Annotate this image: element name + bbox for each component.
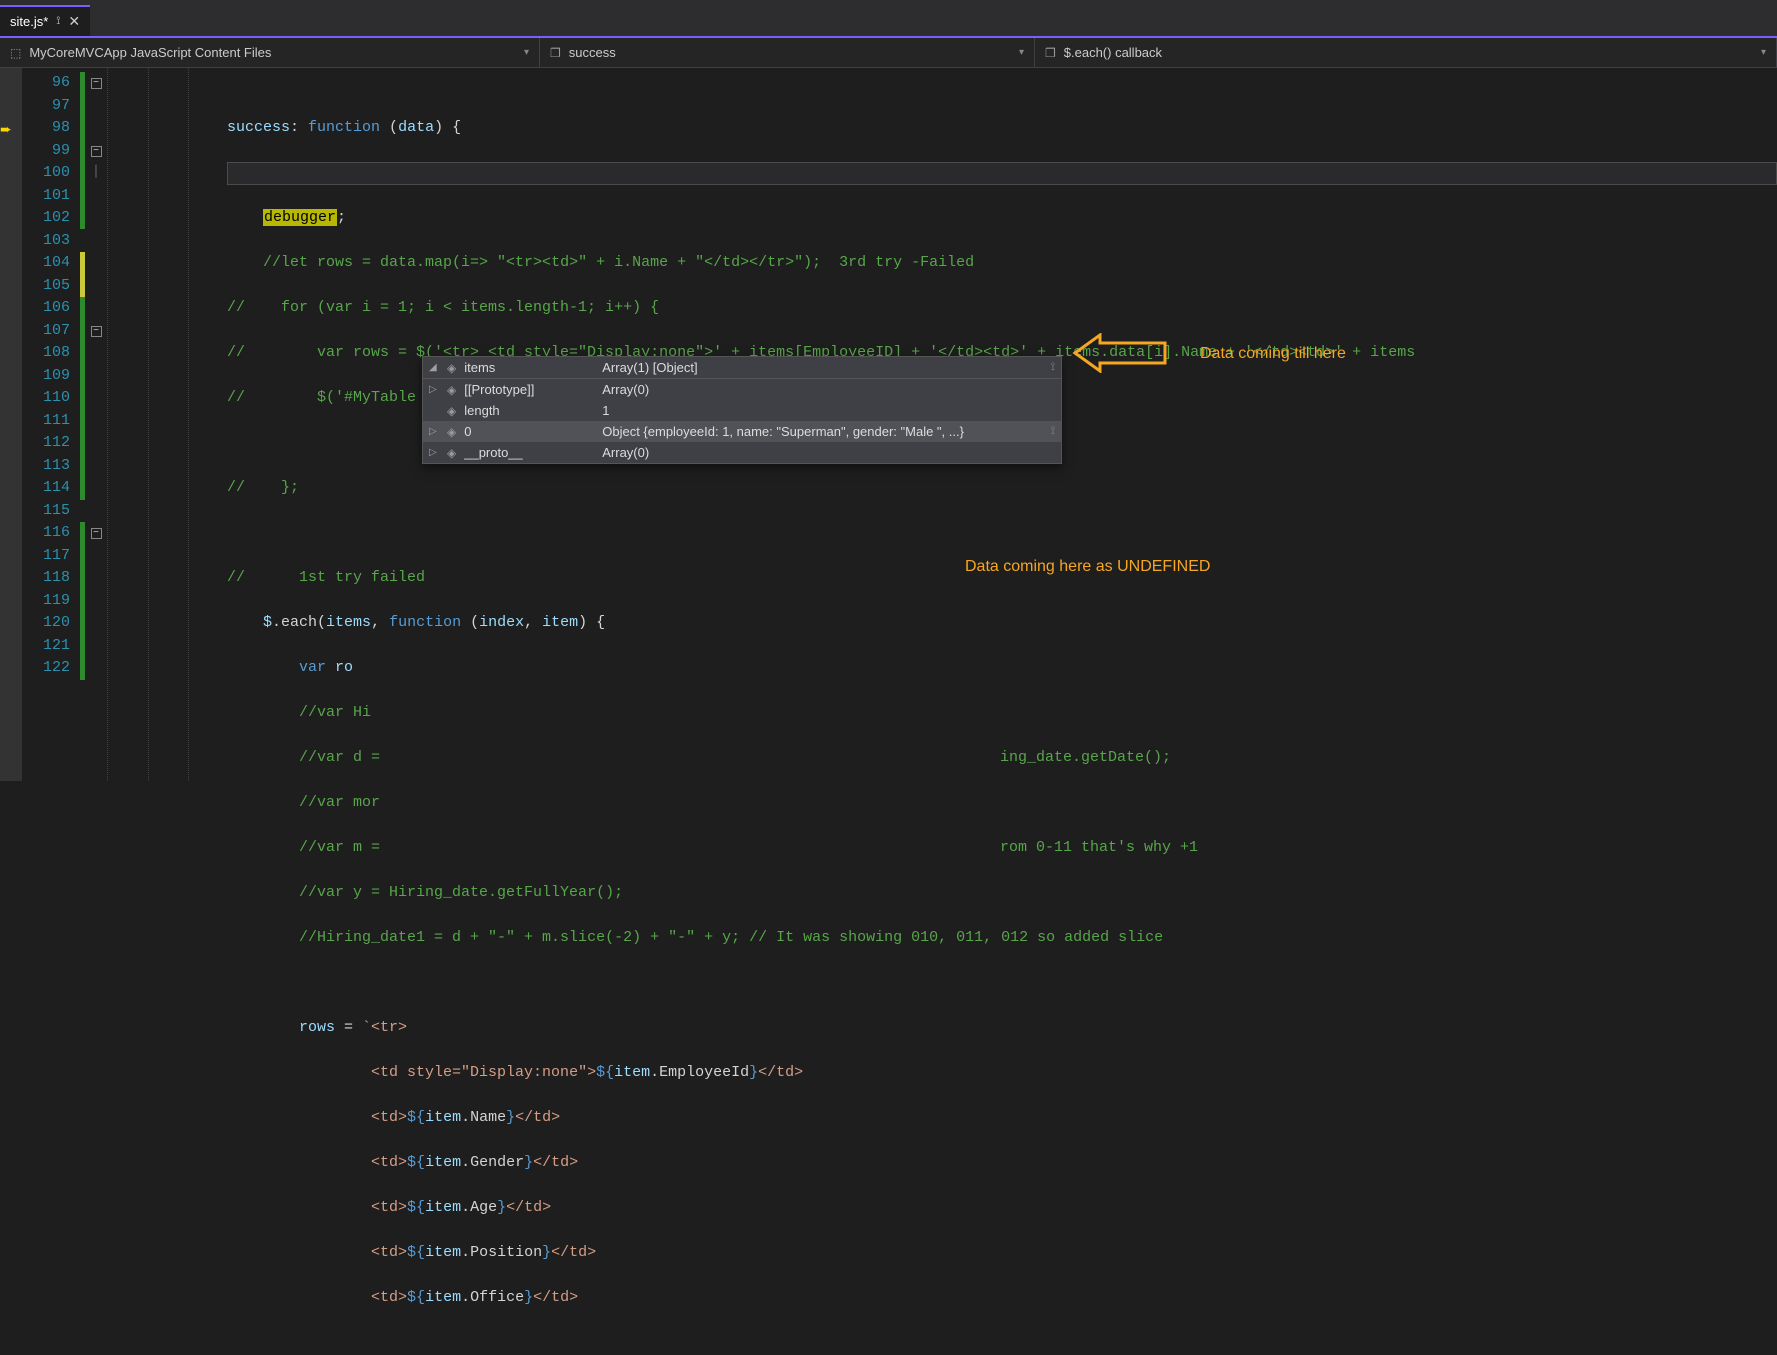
nav-member2[interactable]: ❒ $.each() callback ▾	[1035, 38, 1777, 67]
datatip-root-type: Array(1) [Object]	[602, 360, 1043, 375]
object-icon: ◈	[447, 361, 456, 375]
prop-value: 1	[602, 403, 1055, 418]
prop-value: Object {employeeId: 1, name: "Superman",…	[602, 424, 1043, 439]
nav-member1-label: success	[569, 45, 616, 60]
expand-icon[interactable]: ▷	[429, 447, 439, 458]
code-token: success	[227, 119, 290, 136]
annotation-text-2: Data coming here as UNDEFINED	[965, 558, 1210, 576]
nav-scope[interactable]: ⬚ MyCoreMVCApp JavaScript Content Files …	[0, 38, 540, 67]
file-tab[interactable]: site.js* ⟟ ✕	[0, 5, 90, 36]
breakpoint-gutter[interactable]: ➨	[0, 68, 22, 781]
pin-icon[interactable]: ⟟	[1051, 361, 1055, 374]
prop-value: Array(0)	[602, 382, 1055, 397]
datatip-header[interactable]: ◢ ◈ items Array(1) [Object] ⟟	[423, 357, 1061, 379]
close-icon[interactable]: ✕	[68, 13, 80, 30]
prop-name: __proto__	[464, 445, 594, 460]
indent-guides	[107, 68, 227, 781]
datatip-root-name: items	[464, 360, 594, 375]
fold-toggle[interactable]: −	[91, 326, 102, 337]
pin-icon[interactable]: ⟟	[1051, 425, 1055, 438]
line-number-gutter: 9697989910010110210310410510610710810911…	[22, 68, 80, 781]
cube-icon: ❒	[1045, 46, 1056, 60]
chevron-down-icon[interactable]: ▾	[1761, 47, 1766, 58]
nav-member1[interactable]: ❒ success ▾	[540, 38, 1035, 67]
datatip-row[interactable]: ▷ ◈ __proto__ Array(0)	[423, 442, 1061, 463]
datatip-row[interactable]: ▷ ◈ 0 Object {employeeId: 1, name: "Supe…	[423, 421, 1061, 442]
object-icon: ◈	[447, 383, 456, 397]
scope-icon: ⬚	[10, 46, 21, 60]
fold-toggle[interactable]: −	[91, 146, 102, 157]
nav-scope-label: MyCoreMVCApp JavaScript Content Files	[29, 45, 271, 60]
annotation-arrow	[1070, 333, 1170, 373]
prop-name: length	[464, 403, 594, 418]
prop-name: [[Prototype]]	[464, 382, 594, 397]
object-icon: ◈	[447, 446, 456, 460]
nav-member2-label: $.each() callback	[1064, 45, 1162, 60]
debugger-keyword: debugger	[263, 209, 337, 226]
expand-icon[interactable]: ▷	[429, 426, 439, 437]
cube-icon: ❒	[550, 46, 561, 60]
datatip-row[interactable]: ▷ ◈ [[Prototype]] Array(0)	[423, 379, 1061, 400]
expand-icon[interactable]: ◢	[429, 362, 439, 373]
pin-icon[interactable]: ⟟	[56, 15, 60, 28]
fold-gutter[interactable]: − − ⎮ − −	[85, 68, 107, 781]
fold-toggle[interactable]: −	[91, 528, 102, 539]
tab-title: site.js*	[10, 14, 48, 29]
tab-bar: site.js* ⟟ ✕	[0, 0, 1777, 38]
nav-bar: ⬚ MyCoreMVCApp JavaScript Content Files …	[0, 38, 1777, 68]
object-icon: ◈	[447, 425, 456, 439]
prop-value: Array(0)	[602, 445, 1055, 460]
object-icon: ◈	[447, 404, 456, 418]
datatip-row[interactable]: ◈ length 1	[423, 400, 1061, 421]
chevron-down-icon[interactable]: ▾	[1019, 47, 1024, 58]
debug-datatip[interactable]: ◢ ◈ items Array(1) [Object] ⟟ ▷ ◈ [[Prot…	[422, 356, 1062, 464]
expand-icon[interactable]: ▷	[429, 384, 439, 395]
prop-name: 0	[464, 424, 594, 439]
chevron-down-icon[interactable]: ▾	[524, 47, 529, 58]
execution-pointer-icon: ➨	[0, 122, 12, 139]
annotation-text-1: Data coming till here	[1200, 345, 1346, 363]
fold-toggle[interactable]: −	[91, 78, 102, 89]
